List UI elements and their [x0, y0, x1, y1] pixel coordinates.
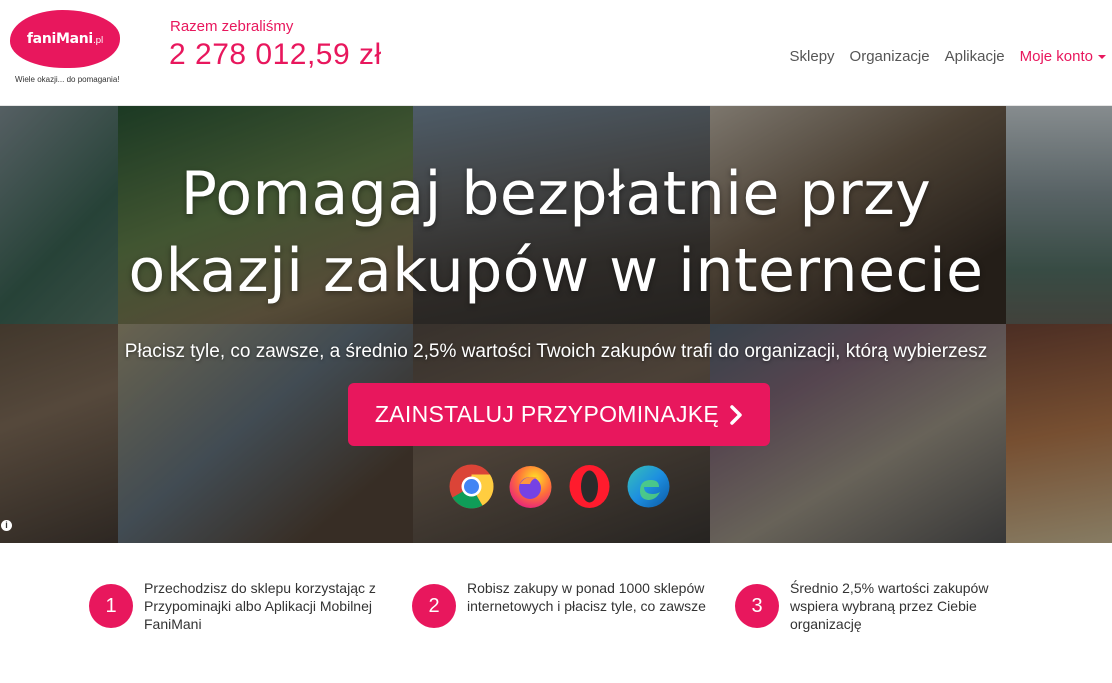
raised-amount: 2 278 012,59 zł	[169, 38, 382, 71]
step-text: Robisz zakupy w ponad 1000 sklepów inter…	[467, 580, 706, 614]
chrome-icon[interactable]	[449, 464, 494, 509]
hero-subtitle: Płacisz tyle, co zawsze, a średnio 2,5% …	[124, 341, 988, 362]
step-number: 1	[89, 584, 133, 628]
how-it-works: 1 Przechodzisz do sklepu korzystając z P…	[0, 543, 1112, 683]
install-reminder-button[interactable]: ZAINSTALUJ PRZYPOMINAJKĘ	[348, 383, 770, 446]
chevron-right-icon	[730, 404, 742, 425]
fanimani-logo[interactable]: faniMani.pl	[10, 10, 120, 68]
hero-title: Pomagaj bezpłatnie przy okazji zakupów w…	[0, 156, 1112, 310]
step-text: Średnio 2,5% wartości zakupów wspiera wy…	[790, 580, 989, 632]
info-icon[interactable]: i	[1, 520, 12, 531]
logo-text: faniMani.pl	[26, 31, 104, 47]
chevron-down-icon	[1098, 55, 1106, 60]
nav-organizacje[interactable]: Organizacje	[850, 48, 930, 65]
tagline: Wiele okazji... do pomagania!	[15, 75, 120, 84]
main-nav: Sklepy Organizacje Aplikacje Moje konto	[790, 48, 1106, 65]
site-header: faniMani.pl Wiele okazji... do pomagania…	[0, 0, 1112, 106]
hero-banner: Pomagaj bezpłatnie przy okazji zakupów w…	[0, 106, 1112, 543]
hero-title-line-1: Pomagaj bezpłatnie przy	[180, 159, 932, 229]
nav-aplikacje[interactable]: Aplikacje	[945, 48, 1005, 65]
edge-icon[interactable]	[626, 464, 671, 509]
raised-label: Razem zebraliśmy	[170, 18, 294, 35]
nav-moje-konto[interactable]: Moje konto	[1020, 48, 1106, 65]
hero-title-line-2: okazji zakupów w internecie	[128, 236, 984, 306]
nav-sklepy[interactable]: Sklepy	[790, 48, 835, 65]
step-text: Przechodzisz do sklepu korzystając z Prz…	[144, 580, 376, 632]
browser-list	[449, 464, 671, 509]
install-reminder-label: ZAINSTALUJ PRZYPOMINAJKĘ	[374, 401, 720, 427]
opera-icon[interactable]	[567, 464, 612, 509]
step-number: 3	[735, 584, 779, 628]
step-number: 2	[412, 584, 456, 628]
firefox-icon[interactable]	[508, 464, 553, 509]
